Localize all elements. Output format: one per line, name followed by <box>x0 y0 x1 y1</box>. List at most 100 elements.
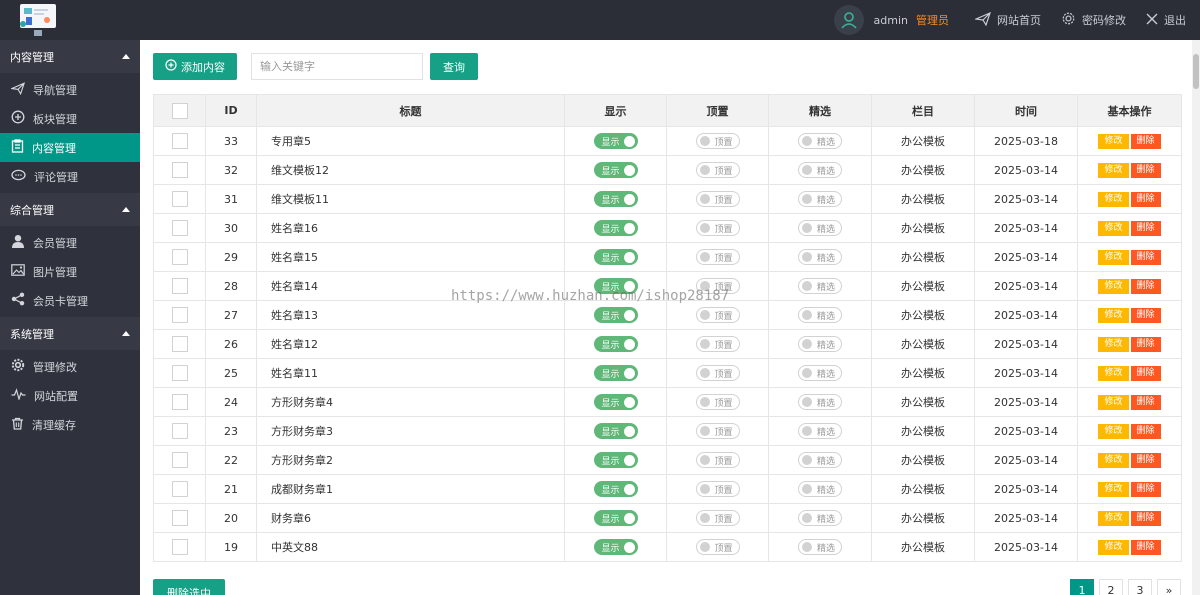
sidebar-item-site-config[interactable]: 网站配置 <box>0 381 140 410</box>
sidebar-group-content[interactable]: 内容管理 <box>0 40 140 73</box>
logout-link[interactable]: 退出 <box>1146 12 1186 28</box>
top-toggle[interactable]: 顶置 <box>695 133 740 149</box>
edit-button[interactable]: 修改 <box>1098 307 1129 323</box>
sidebar-item-member-card[interactable]: 会员卡管理 <box>0 286 140 315</box>
row-checkbox[interactable] <box>171 394 188 410</box>
featured-toggle[interactable]: 精选 <box>798 307 842 323</box>
row-checkbox[interactable] <box>171 191 188 207</box>
edit-button[interactable]: 修改 <box>1098 336 1129 352</box>
sidebar-item-comments[interactable]: 评论管理 <box>0 162 140 191</box>
show-toggle[interactable]: 显示 <box>593 394 638 410</box>
featured-toggle[interactable]: 精选 <box>798 191 842 207</box>
show-toggle[interactable]: 显示 <box>593 423 638 439</box>
featured-toggle[interactable]: 精选 <box>798 481 842 497</box>
scrollbar-thumb[interactable] <box>1193 54 1199 89</box>
show-toggle[interactable]: 显示 <box>593 307 638 323</box>
top-toggle[interactable]: 顶置 <box>695 220 740 236</box>
top-toggle[interactable]: 顶置 <box>695 307 740 323</box>
top-toggle[interactable]: 顶置 <box>695 423 740 439</box>
top-toggle[interactable]: 顶置 <box>695 191 740 207</box>
edit-button[interactable]: 修改 <box>1098 481 1129 497</box>
next-page-button[interactable]: » <box>1157 579 1181 595</box>
featured-toggle[interactable]: 精选 <box>798 249 842 265</box>
delete-button[interactable]: 删除 <box>1130 249 1161 265</box>
page-button-2[interactable]: 2 <box>1099 579 1123 595</box>
featured-toggle[interactable]: 精选 <box>798 394 842 410</box>
edit-button[interactable]: 修改 <box>1098 133 1129 149</box>
edit-button[interactable]: 修改 <box>1098 220 1129 236</box>
row-checkbox[interactable] <box>171 220 188 236</box>
row-checkbox[interactable] <box>171 336 188 352</box>
row-checkbox[interactable] <box>171 510 188 526</box>
sidebar-item-admin-edit[interactable]: 管理修改 <box>0 352 140 381</box>
edit-button[interactable]: 修改 <box>1098 510 1129 526</box>
row-checkbox[interactable] <box>171 539 188 555</box>
show-toggle[interactable]: 显示 <box>593 191 638 207</box>
row-checkbox[interactable] <box>171 481 188 497</box>
delete-button[interactable]: 删除 <box>1130 365 1161 381</box>
sidebar-item-content[interactable]: 内容管理 <box>0 133 140 162</box>
top-toggle[interactable]: 顶置 <box>695 510 740 526</box>
scrollbar[interactable] <box>1192 40 1200 595</box>
delete-button[interactable]: 删除 <box>1130 278 1161 294</box>
edit-button[interactable]: 修改 <box>1098 249 1129 265</box>
top-toggle[interactable]: 顶置 <box>695 336 740 352</box>
top-toggle[interactable]: 顶置 <box>695 162 740 178</box>
delete-button[interactable]: 删除 <box>1130 307 1161 323</box>
featured-toggle[interactable]: 精选 <box>798 452 842 468</box>
show-toggle[interactable]: 显示 <box>593 510 638 526</box>
row-checkbox[interactable] <box>171 365 188 381</box>
delete-button[interactable]: 删除 <box>1130 220 1161 236</box>
delete-button[interactable]: 删除 <box>1130 510 1161 526</box>
edit-button[interactable]: 修改 <box>1098 394 1129 410</box>
top-toggle[interactable]: 顶置 <box>695 394 740 410</box>
delete-button[interactable]: 删除 <box>1130 539 1161 555</box>
sidebar-group-general[interactable]: 综合管理 <box>0 193 140 226</box>
edit-button[interactable]: 修改 <box>1098 539 1129 555</box>
query-button[interactable]: 查询 <box>430 53 478 80</box>
sidebar-item-images[interactable]: 图片管理 <box>0 257 140 286</box>
featured-toggle[interactable]: 精选 <box>798 162 842 178</box>
logo[interactable] <box>14 0 62 38</box>
row-checkbox[interactable] <box>171 423 188 439</box>
delete-button[interactable]: 删除 <box>1130 191 1161 207</box>
edit-button[interactable]: 修改 <box>1098 423 1129 439</box>
top-toggle[interactable]: 顶置 <box>695 481 740 497</box>
row-checkbox[interactable] <box>171 452 188 468</box>
sidebar-item-clear-cache[interactable]: 清理缓存 <box>0 410 140 439</box>
top-toggle[interactable]: 顶置 <box>695 249 740 265</box>
sidebar-item-members[interactable]: 会员管理 <box>0 228 140 257</box>
sidebar-group-system[interactable]: 系统管理 <box>0 317 140 350</box>
row-checkbox[interactable] <box>171 307 188 323</box>
avatar[interactable] <box>833 5 864 35</box>
featured-toggle[interactable]: 精选 <box>798 365 842 381</box>
delete-button[interactable]: 删除 <box>1130 336 1161 352</box>
featured-toggle[interactable]: 精选 <box>798 510 842 526</box>
delete-button[interactable]: 删除 <box>1130 133 1161 149</box>
featured-toggle[interactable]: 精选 <box>798 423 842 439</box>
show-toggle[interactable]: 显示 <box>593 133 638 149</box>
password-change-link[interactable]: 密码修改 <box>1061 11 1126 29</box>
show-toggle[interactable]: 显示 <box>593 452 638 468</box>
top-toggle[interactable]: 顶置 <box>695 452 740 468</box>
show-toggle[interactable]: 显示 <box>593 162 638 178</box>
show-toggle[interactable]: 显示 <box>593 220 638 236</box>
add-content-button[interactable]: 添加内容 <box>153 53 237 80</box>
page-button-3[interactable]: 3 <box>1128 579 1152 595</box>
top-toggle[interactable]: 顶置 <box>695 539 740 555</box>
delete-button[interactable]: 删除 <box>1130 162 1161 178</box>
page-button-1[interactable]: 1 <box>1070 579 1094 595</box>
show-toggle[interactable]: 显示 <box>593 249 638 265</box>
top-toggle[interactable]: 顶置 <box>695 365 740 381</box>
row-checkbox[interactable] <box>171 249 188 265</box>
featured-toggle[interactable]: 精选 <box>798 133 842 149</box>
select-all-checkbox[interactable] <box>171 102 188 119</box>
show-toggle[interactable]: 显示 <box>593 481 638 497</box>
delete-selected-button[interactable]: 删除选中 <box>153 579 225 595</box>
featured-toggle[interactable]: 精选 <box>798 336 842 352</box>
edit-button[interactable]: 修改 <box>1098 278 1129 294</box>
show-toggle[interactable]: 显示 <box>593 336 638 352</box>
delete-button[interactable]: 删除 <box>1130 423 1161 439</box>
row-checkbox[interactable] <box>171 162 188 178</box>
search-input[interactable] <box>251 53 423 80</box>
